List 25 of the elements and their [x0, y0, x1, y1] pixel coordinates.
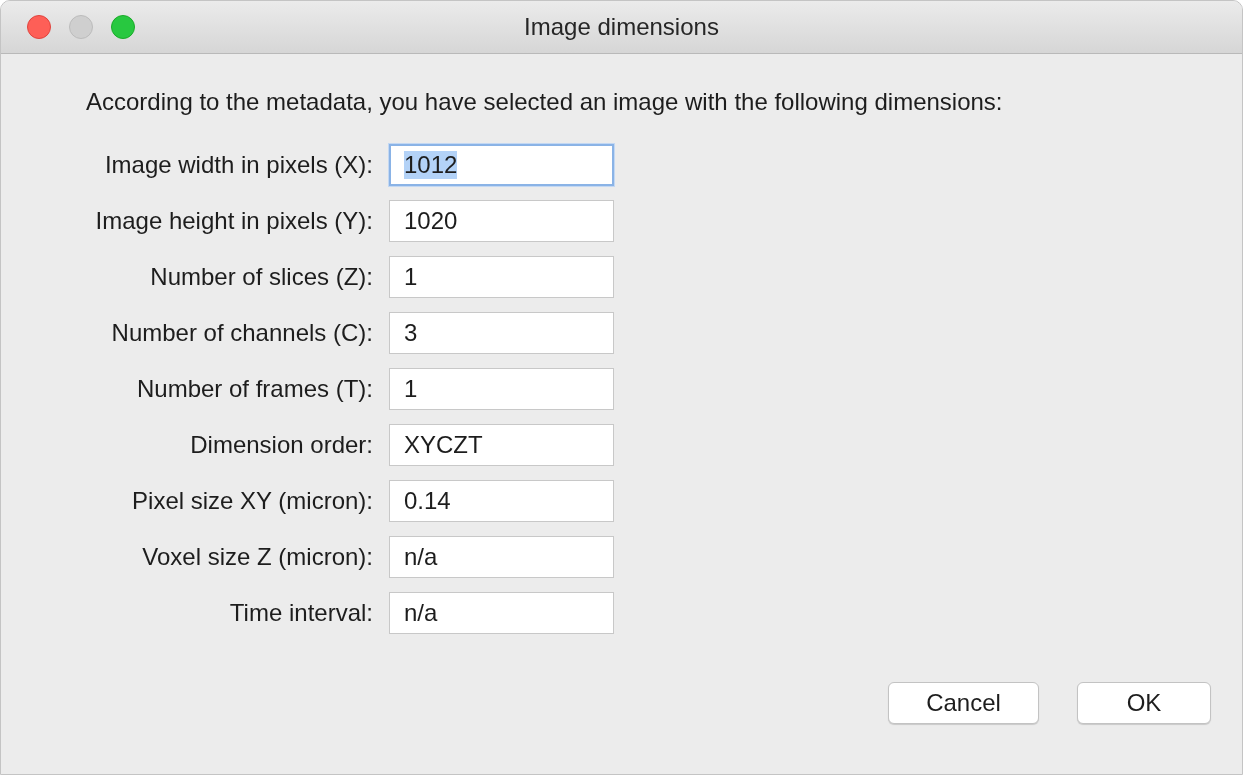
field-label: Image height in pixels (Y): [94, 207, 373, 235]
input-field[interactable]: 3 [389, 312, 614, 354]
intro-text: According to the metadata, you have selected an image with the following dimensions: [86, 88, 1003, 115]
input-field[interactable]: 1012 [389, 144, 614, 186]
field-label: Time interval: [228, 599, 373, 627]
input-field[interactable]: XYCZT [389, 424, 614, 466]
input-field[interactable]: n/a [389, 536, 614, 578]
field-label: Dimension order: [189, 431, 373, 459]
minimize-button[interactable] [69, 15, 93, 39]
field-label: Number of frames (T): [135, 375, 373, 403]
close-button[interactable] [27, 15, 51, 39]
field-label: Image width in pixels (X): [103, 151, 373, 179]
window-title: Image dimensions [524, 13, 719, 40]
input-field[interactable]: 1 [389, 368, 614, 410]
field-label: Number of channels (C): [110, 319, 373, 347]
input-field[interactable]: 1 [389, 256, 614, 298]
field-label: Number of slices (Z): [149, 263, 373, 291]
zoom-button[interactable] [111, 15, 135, 39]
ok-button[interactable]: OK [1077, 682, 1211, 724]
cancel-button[interactable]: Cancel [888, 682, 1039, 724]
input-field[interactable]: 0.14 [389, 480, 614, 522]
input-field[interactable]: 1020 [389, 200, 614, 242]
input-field[interactable]: n/a [389, 592, 614, 634]
field-label: Pixel size XY (micron): [131, 487, 373, 515]
field-label: Voxel size Z (micron): [141, 543, 373, 571]
